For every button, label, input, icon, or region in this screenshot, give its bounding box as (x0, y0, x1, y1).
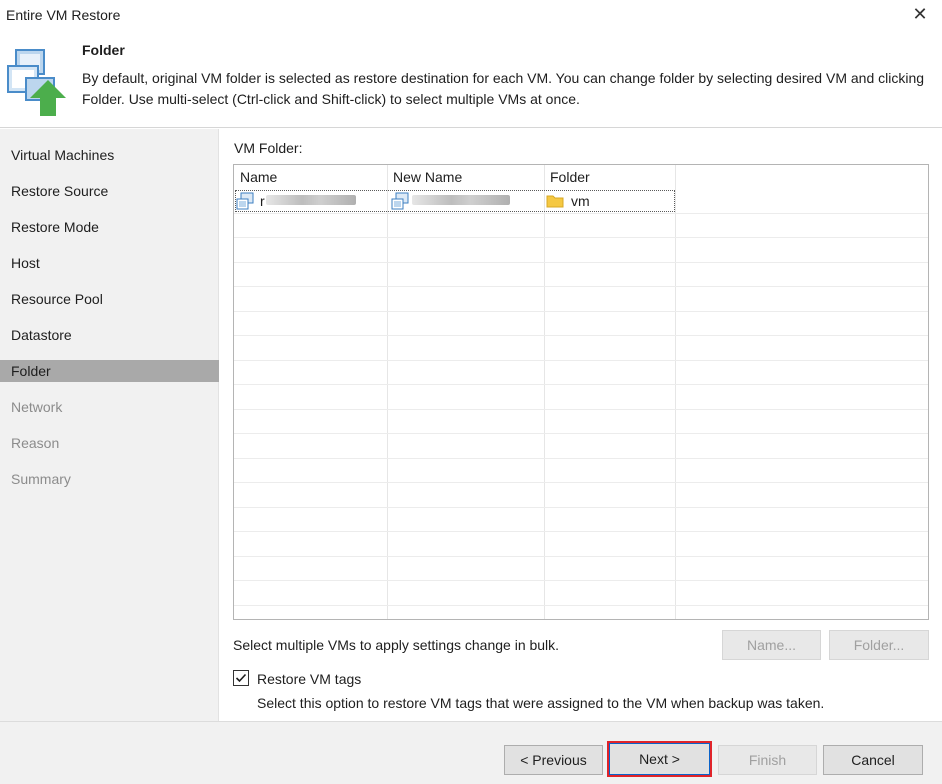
finish-button[interactable]: Finish (718, 745, 817, 775)
next-button[interactable]: Next > (607, 741, 712, 777)
row-divider (234, 458, 928, 459)
header-description: By default, original VM folder is select… (82, 70, 925, 107)
column-divider (675, 165, 676, 619)
row-divider (234, 360, 928, 361)
row-divider (234, 605, 928, 606)
vm-folder-cell: vm (571, 193, 590, 209)
row-divider (234, 213, 928, 214)
step-virtual-machines[interactable]: Virtual Machines (0, 144, 219, 166)
header-title: Folder (82, 42, 125, 58)
step-folder[interactable]: Folder (0, 360, 219, 382)
row-divider (234, 580, 928, 581)
row-divider (234, 482, 928, 483)
step-datastore[interactable]: Datastore (0, 324, 219, 346)
step-host[interactable]: Host (0, 252, 219, 274)
name-button[interactable]: Name... (722, 630, 821, 660)
redacted-name (266, 195, 356, 205)
vm-name-cell: r (260, 193, 265, 209)
step-network: Network (11, 399, 63, 415)
row-divider (234, 335, 928, 336)
row-divider (234, 237, 928, 238)
folder-button[interactable]: Folder... (829, 630, 929, 660)
title-bar: Entire VM Restore ✕ (0, 0, 942, 30)
row-divider (234, 311, 928, 312)
step-restore-mode[interactable]: Restore Mode (0, 216, 219, 238)
restore-vm-tags-label[interactable]: Restore VM tags (257, 671, 361, 687)
step-reason: Reason (11, 435, 60, 451)
window-title: Entire VM Restore (6, 7, 121, 23)
bulk-hint: Select multiple VMs to apply settings ch… (233, 637, 560, 653)
wizard-steps-sidebar: Virtual Machines Restore Source Restore … (0, 129, 219, 721)
row-divider (234, 507, 928, 508)
previous-button[interactable]: < Previous (504, 745, 603, 775)
row-divider (234, 433, 928, 434)
step-resource-pool[interactable]: Resource Pool (0, 288, 219, 310)
row-divider (234, 384, 928, 385)
vm-folder-table[interactable]: Name New Name Folder r vm (233, 164, 929, 620)
restore-vm-tags-description: Select this option to restore VM tags th… (257, 695, 825, 711)
wizard-header: Folder By default, original VM folder is… (0, 30, 942, 128)
column-header-new-name[interactable]: New Name (393, 169, 462, 185)
restore-vm-tags-checkbox[interactable] (233, 670, 249, 686)
vm-restore-arrow-icon (7, 49, 66, 116)
wizard-footer: < Previous Next > Finish Cancel (0, 721, 942, 784)
column-divider (387, 165, 388, 619)
redacted-new-name (412, 195, 510, 205)
vm-folder-label: VM Folder: (234, 140, 303, 156)
cancel-button[interactable]: Cancel (823, 745, 923, 775)
step-restore-source[interactable]: Restore Source (0, 180, 219, 202)
row-divider (234, 286, 928, 287)
row-divider (234, 531, 928, 532)
vm-icon (391, 192, 409, 210)
vm-icon (236, 192, 254, 210)
folder-icon (546, 195, 564, 208)
row-divider (234, 556, 928, 557)
column-header-name[interactable]: Name (240, 169, 277, 185)
step-summary: Summary (11, 471, 71, 487)
close-icon[interactable]: ✕ (910, 4, 930, 24)
row-divider (234, 409, 928, 410)
row-divider (234, 262, 928, 263)
column-header-folder[interactable]: Folder (550, 169, 590, 185)
checkmark-icon (235, 673, 247, 683)
column-divider (544, 165, 545, 619)
